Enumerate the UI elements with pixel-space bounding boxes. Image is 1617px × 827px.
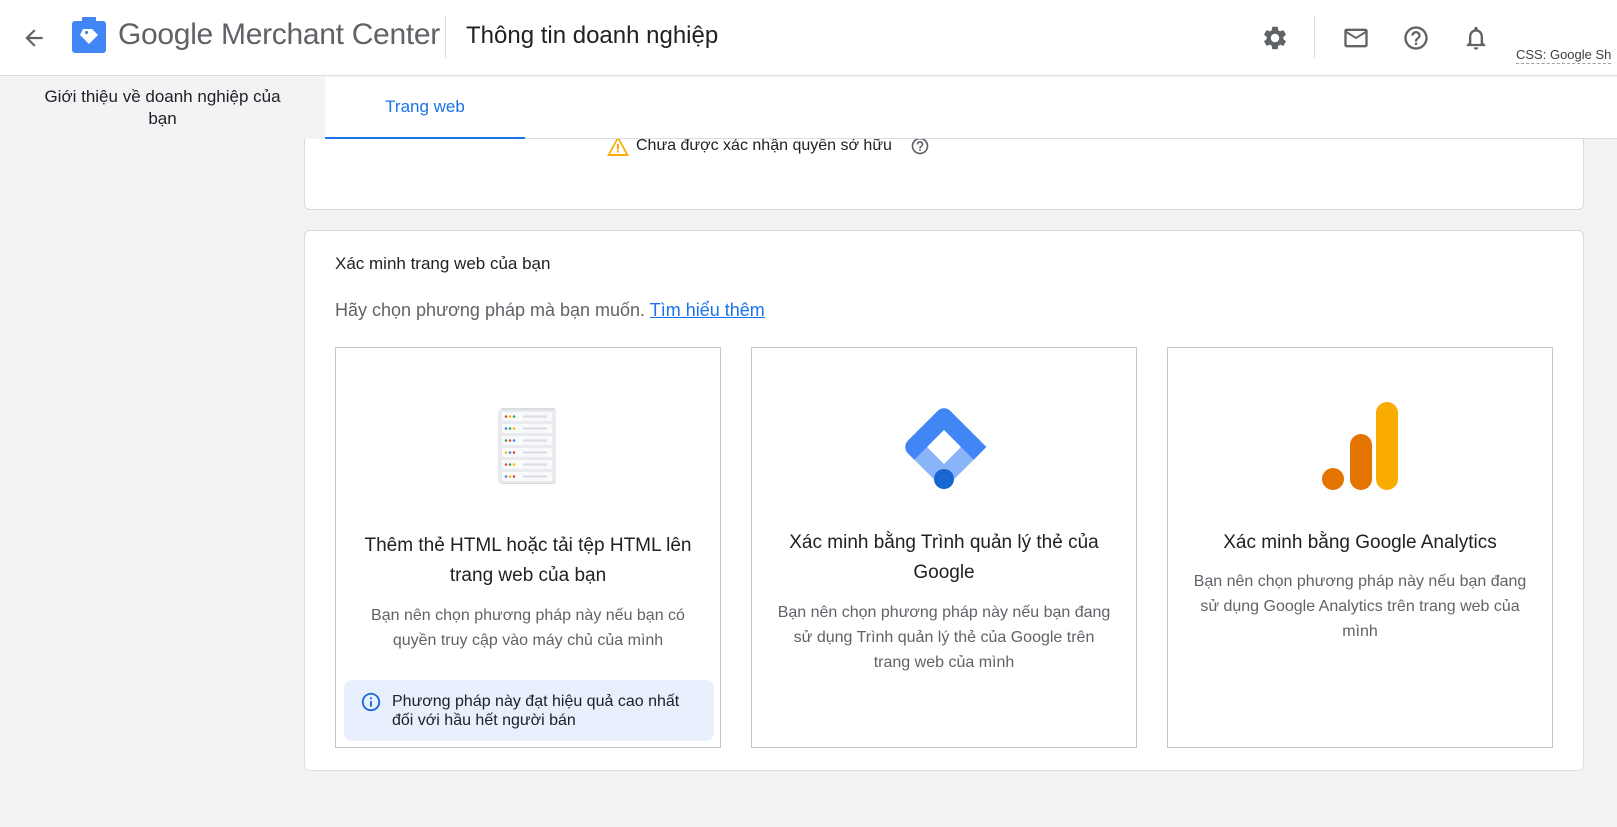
option-html-tag[interactable]: Thêm thẻ HTML hoặc tải tệp HTML lên tran…	[335, 347, 721, 748]
info-icon	[361, 692, 381, 712]
option-icon-wrap	[752, 402, 1136, 492]
learn-more-link[interactable]: Tìm hiểu thêm	[650, 300, 765, 320]
page-title: Thông tin doanh nghiệp	[466, 22, 719, 49]
option-tag-manager[interactable]: Xác minh bằng Trình quản lý thẻ của Goog…	[751, 347, 1137, 748]
recommended-note: Phương pháp này đạt hiệu quả cao nhất đố…	[344, 680, 714, 741]
notifications-button[interactable]	[1458, 20, 1494, 56]
header-divider	[1314, 16, 1315, 58]
header-divider	[445, 16, 446, 58]
merchant-center-logo-icon	[72, 17, 106, 53]
help-button[interactable]	[1398, 20, 1434, 56]
brand-name: Google Merchant Center	[118, 18, 440, 52]
option-google-analytics[interactable]: Xác minh bằng Google Analytics Bạn nên c…	[1167, 347, 1553, 748]
tag-manager-icon	[905, 408, 987, 489]
messages-button[interactable]	[1338, 20, 1374, 56]
tab-website[interactable]: Trang web	[325, 77, 525, 139]
app-header: Google Merchant Center Thông tin doanh n…	[0, 0, 1617, 76]
verify-subtitle: Hãy chọn phương pháp mà bạn muốn. Tìm hi…	[335, 300, 765, 321]
option-description: Bạn nên chọn phương pháp này nếu bạn đan…	[777, 604, 1111, 671]
brand-google: Google	[118, 18, 213, 51]
back-button[interactable]	[18, 22, 50, 54]
css-account-label[interactable]: CSS: Google Sh	[1516, 47, 1612, 64]
option-description: Bạn nên chọn phương pháp này nếu bạn đan…	[1193, 573, 1527, 640]
arrow-back-icon	[25, 29, 43, 47]
server-icon	[498, 408, 556, 484]
help-circle-icon	[1404, 26, 1428, 50]
gear-icon	[1264, 26, 1286, 50]
help-circle-icon[interactable]	[910, 136, 930, 156]
option-icon-wrap	[1168, 402, 1552, 490]
tab-about-business[interactable]: Giới thiệu về doanh nghiệp của bạn	[0, 77, 325, 139]
option-icon-wrap	[336, 408, 720, 484]
ownership-status-text: Chưa được xác nhận quyền sở hữu	[636, 137, 892, 154]
brand-product: Merchant Center	[221, 18, 440, 51]
settings-button[interactable]	[1257, 20, 1293, 56]
option-title: Thêm thẻ HTML hoặc tải tệp HTML lên tran…	[364, 535, 692, 586]
analytics-icon	[1322, 402, 1398, 490]
recommended-note-text: Phương pháp này đạt hiệu quả cao nhất đố…	[392, 693, 680, 729]
option-title: Xác minh bằng Trình quản lý thẻ của Goog…	[789, 532, 1099, 583]
tab-bar: Giới thiệu về doanh nghiệp của bạn Trang…	[0, 77, 1617, 139]
bell-icon	[1466, 26, 1486, 50]
verify-title: Xác minh trang web của bạn	[335, 254, 551, 273]
option-title: Xác minh bằng Google Analytics	[1223, 532, 1497, 553]
verify-subtitle-text: Hãy chọn phương pháp mà bạn muốn.	[335, 300, 646, 320]
mail-icon	[1344, 28, 1368, 48]
option-description: Bạn nên chọn phương pháp này nếu bạn có …	[371, 607, 685, 649]
